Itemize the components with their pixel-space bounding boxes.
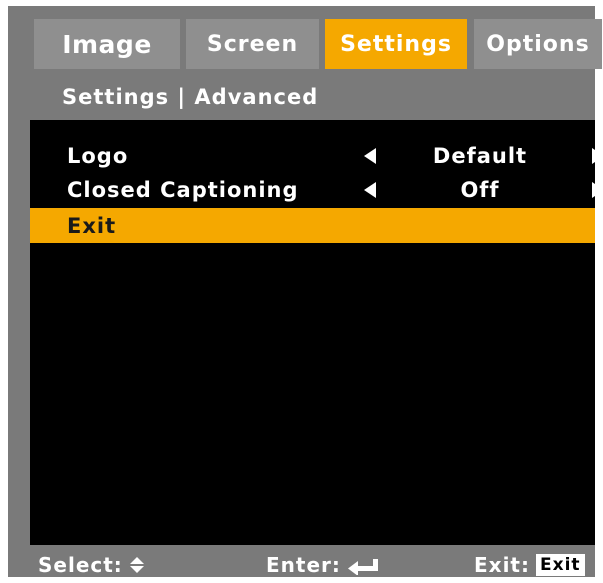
footer-select-label: Select:	[38, 553, 123, 577]
breadcrumb: Settings | Advanced	[30, 78, 595, 116]
footer-select-hint: Select:	[38, 553, 145, 577]
tab-settings[interactable]: Settings	[325, 19, 467, 69]
arrow-right-icon[interactable]	[592, 182, 603, 198]
footer-hints: Select: Enter: Exit: Exit	[30, 550, 595, 583]
arrow-left-icon[interactable]	[364, 182, 376, 198]
arrow-right-icon[interactable]	[592, 148, 603, 164]
footer-enter-label: Enter:	[266, 553, 341, 577]
tab-image[interactable]: Image	[34, 19, 180, 69]
exit-key-badge: Exit	[535, 554, 585, 576]
breadcrumb-page: Advanced	[194, 85, 319, 109]
menu-item-closed-captioning[interactable]: Closed Captioning Off	[30, 174, 603, 206]
menu-item-logo-label: Logo	[67, 144, 129, 168]
footer-exit-hint: Exit: Exit	[474, 553, 585, 577]
menu-item-logo-value: Default	[432, 144, 528, 168]
tab-options-label: Options	[486, 31, 590, 57]
osd-menu-frame: Image Screen Settings Options Settings |…	[8, 6, 603, 577]
footer-enter-hint: Enter:	[266, 553, 381, 577]
breadcrumb-section: Settings	[62, 85, 170, 109]
breadcrumb-separator: |	[169, 85, 195, 109]
footer-exit-label: Exit:	[474, 553, 530, 577]
up-down-arrows-icon	[129, 555, 145, 575]
tab-settings-label: Settings	[340, 31, 452, 57]
tab-screen-label: Screen	[206, 31, 299, 57]
tab-options[interactable]: Options	[474, 19, 602, 69]
menu-item-exit[interactable]: Exit	[30, 208, 595, 243]
menu-item-closed-captioning-label: Closed Captioning	[67, 178, 299, 202]
enter-return-icon	[347, 559, 378, 575]
arrow-left-icon[interactable]	[364, 148, 376, 164]
menu-item-logo[interactable]: Logo Default	[30, 140, 603, 172]
menu-item-closed-captioning-value: Off	[460, 178, 500, 202]
tab-screen[interactable]: Screen	[186, 19, 319, 69]
menu-item-exit-label: Exit	[67, 213, 117, 238]
tab-image-label: Image	[62, 29, 152, 59]
